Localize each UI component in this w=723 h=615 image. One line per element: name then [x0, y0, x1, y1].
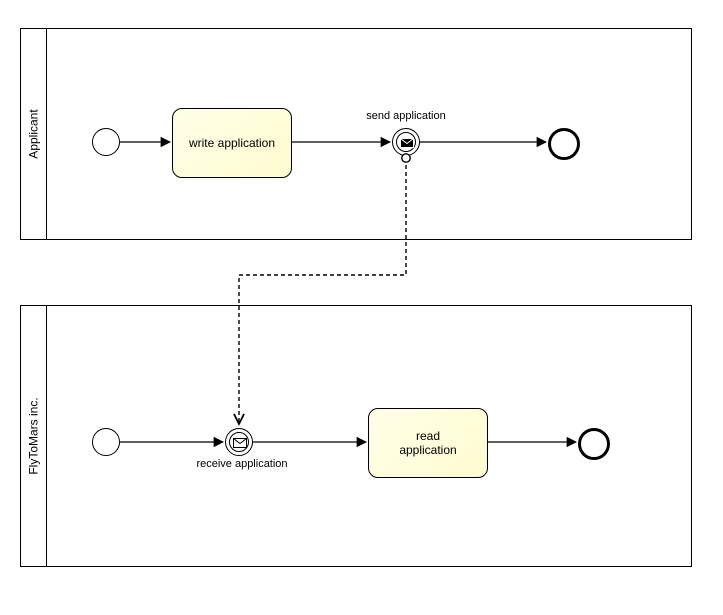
- receive-application-event[interactable]: [225, 428, 253, 456]
- pool-applicant-label: Applicant: [27, 109, 41, 158]
- flytomars-end-event[interactable]: [578, 428, 610, 460]
- bpmn-canvas: Applicant write application send applica…: [0, 0, 723, 615]
- send-application-event[interactable]: [392, 128, 420, 156]
- task-read-application-label: read application: [399, 429, 456, 457]
- task-write-application-label: write application: [189, 136, 275, 150]
- pool-flytomars-label-area: FlyToMars inc.: [21, 306, 47, 566]
- applicant-start-event[interactable]: [92, 128, 120, 156]
- applicant-end-event[interactable]: [548, 128, 580, 160]
- pool-applicant-label-area: Applicant: [21, 29, 47, 239]
- pool-flytomars-label: FlyToMars inc.: [27, 397, 41, 474]
- pool-applicant[interactable]: Applicant: [20, 28, 692, 240]
- message-throw-icon: [400, 138, 414, 148]
- message-catch-icon: [233, 438, 247, 448]
- receive-application-label: receive application: [187, 458, 297, 470]
- task-write-application[interactable]: write application: [172, 108, 292, 178]
- task-read-application[interactable]: read application: [368, 408, 488, 478]
- send-application-label: send application: [356, 110, 456, 122]
- flytomars-start-event[interactable]: [92, 428, 120, 456]
